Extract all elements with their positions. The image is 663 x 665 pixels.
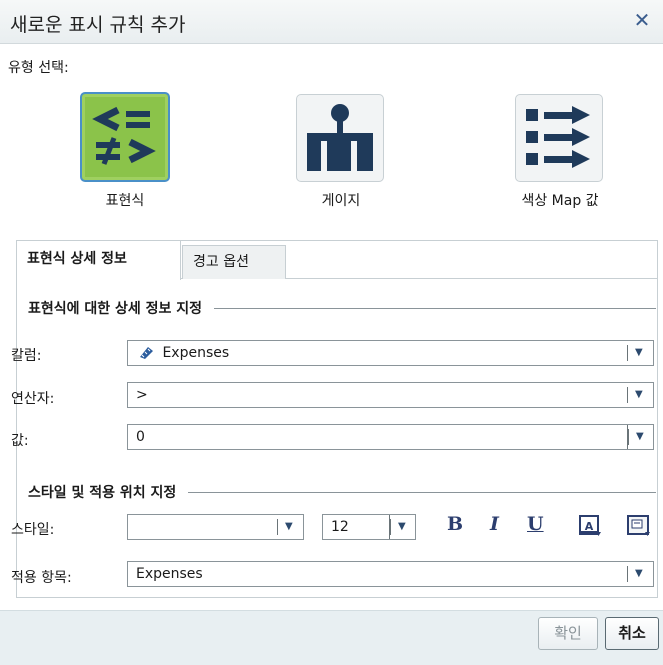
gauge-icon	[307, 104, 373, 171]
type-option-color-map-label: 색상 Map 값	[521, 193, 599, 209]
font-size-select[interactable]: 12	[322, 514, 416, 540]
operator-label: 연산자:	[11, 391, 55, 407]
underline-button[interactable]: U	[527, 513, 544, 535]
tab-warning-options[interactable]: 경고 옵션	[182, 245, 286, 279]
type-option-gauge[interactable]	[296, 94, 384, 182]
tab-expression-details[interactable]: 표현식 상세 정보	[17, 241, 181, 280]
style-select[interactable]	[127, 514, 304, 540]
font-size-value: 12	[331, 519, 349, 535]
operator-select[interactable]: >	[127, 382, 654, 408]
apply-to-label: 적용 항목:	[11, 570, 72, 586]
cancel-button[interactable]: 취소	[605, 617, 659, 650]
text-color-icon[interactable]: A	[578, 514, 602, 538]
apply-to-select[interactable]: Expenses	[127, 561, 654, 587]
style-label: 스타일:	[11, 522, 55, 538]
expression-section-header: 표현식에 대한 상세 정보 지정	[28, 298, 656, 318]
expression-icon	[86, 98, 164, 176]
column-value: Expenses	[162, 345, 230, 361]
italic-button[interactable]: I	[490, 513, 499, 535]
bold-button[interactable]: B	[447, 513, 463, 535]
style-section-header: 스타일 및 적용 위치 지정	[28, 482, 656, 502]
chevron-down-icon[interactable]	[277, 515, 303, 539]
dialog-title: 새로운 표시 규칙 추가	[10, 14, 186, 36]
column-label: 칼럼:	[11, 348, 42, 364]
chevron-down-icon[interactable]	[627, 383, 653, 407]
value-value: 0	[136, 429, 145, 445]
chevron-down-icon[interactable]	[389, 515, 415, 539]
value-label: 값:	[11, 433, 29, 449]
section-divider	[188, 491, 656, 493]
measure-icon	[138, 343, 154, 359]
tab-bar: 표현식 상세 정보 경고 옵션	[17, 241, 657, 280]
section-divider	[214, 307, 656, 309]
close-icon[interactable]: ✕	[631, 8, 653, 32]
color-map-icon	[526, 106, 590, 168]
type-option-expression-label: 표현식	[105, 193, 145, 209]
type-select-label: 유형 선택:	[8, 60, 69, 76]
apply-to-value: Expenses	[136, 566, 203, 582]
type-option-expression[interactable]	[80, 92, 170, 182]
chevron-down-icon[interactable]	[627, 341, 653, 365]
background-color-icon[interactable]	[626, 514, 652, 538]
chevron-down-icon[interactable]	[627, 562, 653, 586]
type-option-color-map[interactable]	[515, 94, 603, 182]
dialog-title-bar: 새로운 표시 규칙 추가 ✕	[0, 0, 663, 44]
chevron-down-icon[interactable]	[627, 425, 653, 449]
rule-detail-panel: 표현식 상세 정보 경고 옵션	[16, 240, 658, 598]
style-section-title: 스타일 및 적용 위치 지정	[28, 485, 177, 501]
ok-button[interactable]: 확인	[538, 617, 598, 650]
operator-value: >	[136, 387, 148, 403]
column-select[interactable]: Expenses	[127, 340, 654, 366]
value-select[interactable]: 0	[127, 424, 654, 450]
expression-section-title: 표현식에 대한 상세 정보 지정	[28, 301, 203, 317]
type-option-gauge-label: 게이지	[321, 193, 361, 209]
